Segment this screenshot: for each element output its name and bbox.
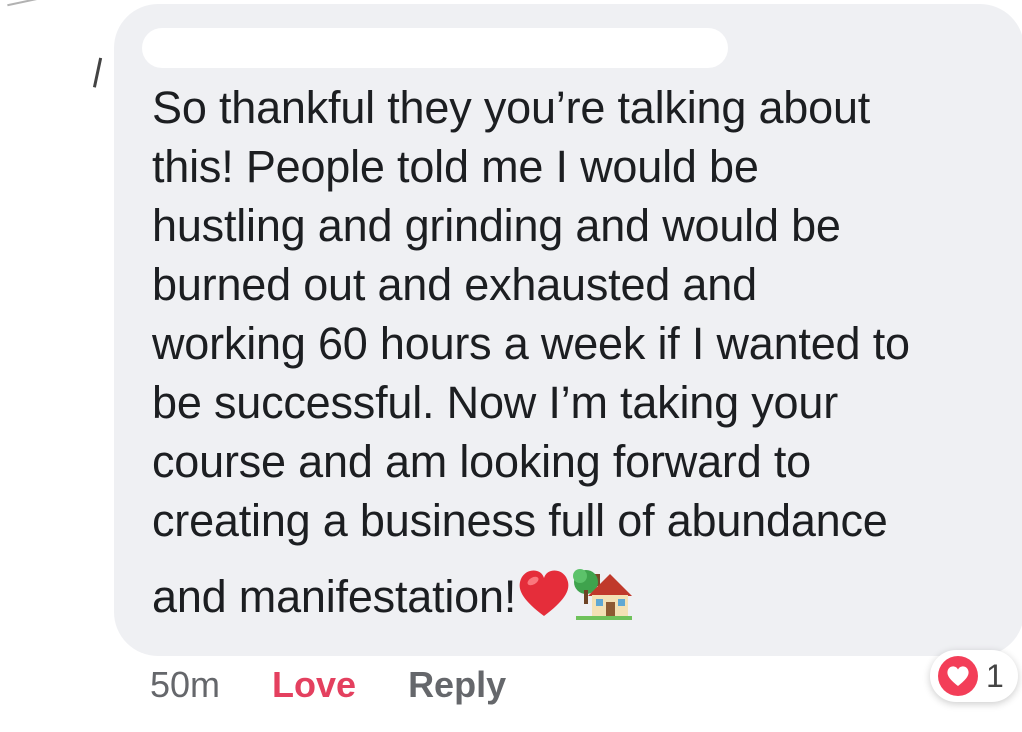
edge-mark — [92, 57, 107, 89]
love-button[interactable]: Love — [272, 664, 356, 706]
redacted-author-name — [142, 28, 728, 68]
corner-mark — [7, 0, 49, 17]
comment-text: So thankful they you’re talking about th… — [152, 78, 1012, 636]
comment-last-line: and manifestation! — [152, 564, 1012, 636]
love-reaction-icon — [938, 656, 978, 696]
comment-line: burned out and exhausted and — [152, 259, 757, 310]
comment-line: be successful. Now I’m taking your — [152, 377, 838, 428]
comment-line: and manifestation! — [152, 570, 517, 622]
reply-button[interactable]: Reply — [408, 664, 506, 706]
reaction-count-badge[interactable]: 1 — [930, 650, 1018, 702]
timestamp: 50m — [150, 664, 221, 705]
reaction-count: 1 — [986, 657, 1004, 694]
heart-emoji-icon — [516, 567, 572, 633]
comment-line: course and am looking forward to — [152, 436, 811, 487]
comment-line: So thankful they you’re talking about — [152, 82, 871, 133]
comment-line: working 60 hours a week if I wanted to — [152, 318, 910, 369]
comment-line: this! People told me I would be — [152, 141, 759, 192]
comment-actions: 50m Love Reply — [150, 660, 506, 710]
comment-line: hustling and grinding and would be — [152, 200, 841, 251]
house-with-garden-emoji-icon — [572, 564, 634, 636]
comment-line: creating a business full of abundance — [152, 495, 888, 546]
